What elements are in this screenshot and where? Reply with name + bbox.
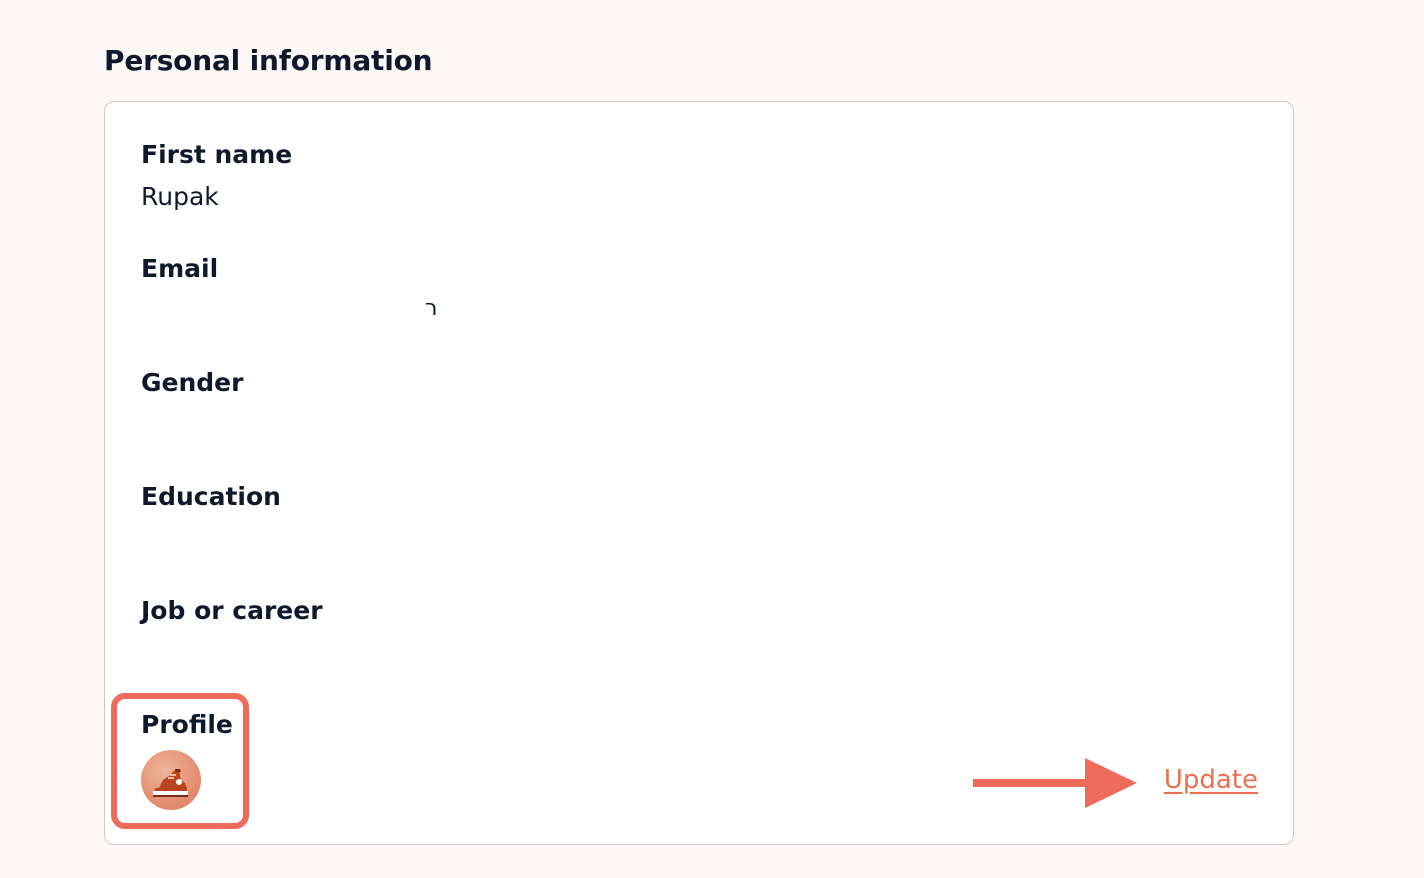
profile-avatar[interactable] bbox=[141, 750, 201, 810]
job-field: Job or career bbox=[141, 596, 323, 638]
gender-field: Gender bbox=[141, 368, 243, 410]
update-link[interactable]: Update bbox=[1164, 765, 1258, 795]
personal-info-card: First name Rupak Email ר Gender Educatio… bbox=[104, 101, 1294, 845]
first-name-field: First name Rupak bbox=[141, 140, 292, 212]
gender-label: Gender bbox=[141, 368, 244, 397]
sneaker-icon bbox=[153, 769, 188, 797]
education-field: Education bbox=[141, 482, 281, 524]
email-value: ר bbox=[425, 296, 438, 321]
email-field: Email bbox=[141, 254, 218, 284]
first-name-label: First name bbox=[141, 140, 293, 169]
profile-label: Profile bbox=[141, 710, 233, 739]
arrow-right-icon bbox=[973, 758, 1137, 808]
education-label: Education bbox=[141, 482, 281, 511]
email-label: Email bbox=[141, 254, 219, 283]
job-label: Job or career bbox=[141, 596, 323, 625]
profile-field: Profile bbox=[141, 710, 233, 740]
first-name-value: Rupak bbox=[141, 182, 219, 211]
page-title: Personal information bbox=[104, 44, 433, 77]
